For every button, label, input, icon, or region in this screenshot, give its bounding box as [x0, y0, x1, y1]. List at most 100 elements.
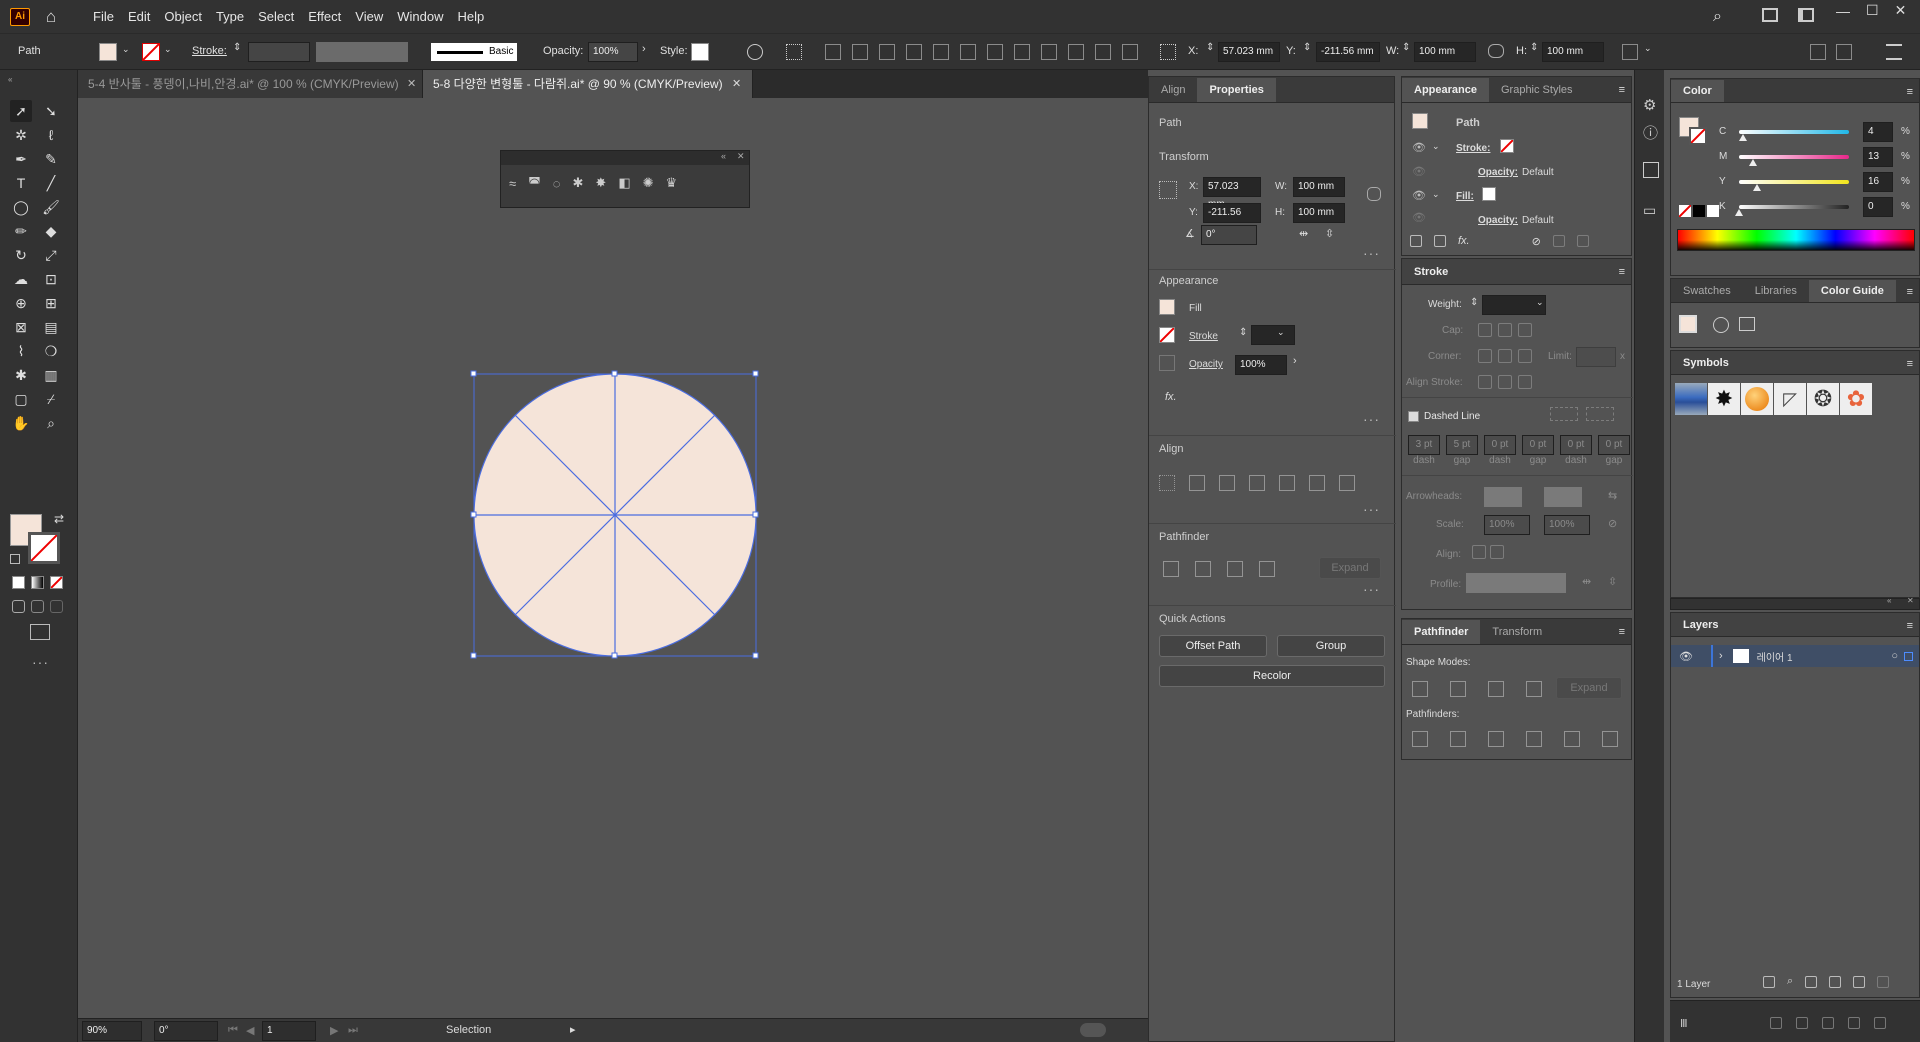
exclude-icon[interactable]	[1526, 681, 1542, 697]
ellipse-tool-icon[interactable]: ◯	[10, 196, 32, 218]
new-sublayer-icon[interactable]	[1829, 975, 1842, 988]
trim-icon[interactable]	[1450, 731, 1466, 747]
draw-behind-icon[interactable]	[31, 600, 44, 613]
tab-align[interactable]: Align	[1149, 78, 1197, 102]
stroke-attribute[interactable]: Stroke:	[1456, 143, 1490, 154]
transform-w-input[interactable]: 100 mm	[1293, 177, 1345, 197]
unite-icon[interactable]	[1412, 681, 1428, 697]
chevron-right-icon[interactable]: ›	[1293, 355, 1297, 367]
clipping-mask-icon[interactable]	[1805, 975, 1818, 988]
gap-input[interactable]: 0 pt	[1598, 435, 1630, 455]
transform-h-input[interactable]: 100 mm	[1293, 203, 1345, 223]
arrange-documents-icon[interactable]	[1762, 8, 1778, 22]
panel-menu-icon[interactable]	[1886, 44, 1902, 60]
tab-stroke[interactable]: Stroke	[1402, 260, 1460, 284]
stroke-weight-input[interactable]	[1251, 325, 1295, 345]
chevron-right-icon[interactable]: ›	[642, 43, 646, 55]
constrain-proportions-icon[interactable]	[1367, 187, 1381, 201]
tab-pathfinder[interactable]: Pathfinder	[1402, 620, 1481, 644]
delete-icon[interactable]	[1877, 975, 1890, 988]
symbol-wreath[interactable]: ❂	[1807, 383, 1839, 415]
slider-thumb[interactable]	[1735, 208, 1743, 216]
color-spectrum[interactable]	[1677, 229, 1915, 251]
close-tab-icon[interactable]: ✕	[732, 77, 741, 90]
menu-view[interactable]: View	[348, 0, 390, 34]
chevron-down-icon[interactable]: ⌄	[1536, 297, 1544, 308]
menu-file[interactable]: File	[86, 0, 121, 34]
fx-icon[interactable]: fx.	[1165, 391, 1177, 403]
y-input[interactable]: -211.56 mm	[1316, 42, 1380, 62]
first-artboard-icon[interactable]: ⏮	[228, 1024, 238, 1037]
reference-point-icon[interactable]	[1160, 44, 1176, 60]
visibility-eye-icon[interactable]: 👁	[1412, 141, 1426, 154]
align-top-icon[interactable]	[1279, 475, 1295, 491]
stroke-weight-input[interactable]	[248, 42, 310, 62]
tab-color-guide[interactable]: Color Guide	[1808, 280, 1896, 302]
visibility-eye-icon[interactable]: 👁	[1679, 650, 1693, 663]
projecting-cap-icon[interactable]	[1518, 323, 1532, 337]
crystallize-tool-icon[interactable]: ✺	[643, 175, 654, 191]
gap-input[interactable]: 0 pt	[1522, 435, 1554, 455]
panel-menu-icon[interactable]: ≡	[1613, 626, 1631, 644]
workspace-switcher-icon[interactable]	[1798, 8, 1814, 22]
transform-x-input[interactable]: 57.023 mm	[1203, 177, 1261, 210]
tab-symbols[interactable]: Symbols	[1671, 352, 1741, 374]
scallop-tool-icon[interactable]: ◧	[618, 175, 630, 191]
layer-row[interactable]: 👁 › 레이어 1 ○	[1671, 645, 1919, 667]
visibility-eye-icon[interactable]: 👁	[1412, 165, 1426, 178]
symbol-paper-corner[interactable]: ◸	[1774, 383, 1806, 415]
gear-icon[interactable]: ⚙	[1643, 96, 1656, 114]
swap-arrowheads-icon[interactable]: ⇆	[1608, 489, 1617, 502]
arrow-place-icon[interactable]	[1490, 545, 1504, 559]
crop-icon[interactable]	[1526, 731, 1542, 747]
stepper-icon[interactable]: ⇕	[1402, 42, 1410, 53]
opacity-input[interactable]: 100%	[1235, 355, 1287, 375]
selected-circle-artwork[interactable]	[468, 368, 768, 668]
more-options-icon[interactable]: ···	[1363, 581, 1380, 597]
minus-front-icon[interactable]	[1450, 681, 1466, 697]
slider-thumb[interactable]	[1739, 133, 1748, 141]
screen-mode-icon[interactable]	[30, 624, 50, 640]
tab-libraries[interactable]: Libraries	[1743, 280, 1809, 302]
distribute-left-icon[interactable]	[1068, 44, 1084, 60]
minus-front-icon[interactable]	[1195, 561, 1211, 577]
info-icon[interactable]: ⓘ	[1643, 122, 1658, 143]
variable-width-profile[interactable]	[316, 42, 408, 62]
recolor-artwork-icon[interactable]	[1713, 317, 1729, 333]
search-icon[interactable]: ⌕	[1787, 975, 1793, 988]
draw-inside-icon[interactable]	[50, 600, 63, 613]
free-transform-tool-icon[interactable]: ⊡	[40, 268, 62, 290]
stepper-icon[interactable]: ⇕	[1530, 42, 1538, 53]
new-layer-icon[interactable]	[1853, 975, 1866, 988]
layer-name[interactable]: 레이어 1	[1757, 649, 1793, 664]
preserve-dash-icon[interactable]	[1550, 407, 1578, 421]
zoom-input[interactable]: 90%	[82, 1021, 142, 1041]
round-cap-icon[interactable]	[1498, 323, 1512, 337]
visibility-eye-icon[interactable]: 👁	[1412, 211, 1426, 224]
bevel-join-icon[interactable]	[1518, 349, 1532, 363]
paintbrush-tool-icon[interactable]: 🖌	[40, 196, 62, 218]
panel-menu-icon[interactable]: ≡	[1901, 358, 1919, 374]
lasso-tool-icon[interactable]: ℓ	[40, 124, 62, 146]
align-hcenter-icon[interactable]	[1219, 475, 1235, 491]
channel-slider[interactable]	[1739, 154, 1849, 166]
intersect-icon[interactable]	[1488, 681, 1504, 697]
close-panel-icon[interactable]: ✕	[1907, 596, 1914, 605]
save-color-group-icon[interactable]	[1739, 317, 1755, 331]
channel-value-input[interactable]: 4	[1863, 121, 1893, 142]
panel-menu-icon[interactable]: ≡	[1901, 286, 1919, 302]
stroke-swatch[interactable]	[142, 43, 160, 61]
more-options-icon[interactable]: ···	[1363, 245, 1380, 261]
tab-properties[interactable]: Properties	[1197, 78, 1276, 102]
stepper-icon[interactable]: ⇕	[1303, 42, 1311, 53]
width-tool-icon[interactable]: ≈	[509, 176, 516, 191]
align-stroke-center-icon[interactable]	[1478, 375, 1492, 389]
channel-slider[interactable]	[1739, 129, 1849, 141]
chevron-down-icon[interactable]: ⌄	[164, 44, 172, 55]
reference-point-icon[interactable]	[1159, 181, 1177, 199]
chevron-down-icon[interactable]: ⌄	[122, 44, 130, 55]
delete-icon[interactable]	[1576, 235, 1589, 247]
shape-builder-tool-icon[interactable]: ⊕	[10, 292, 32, 314]
align-to-icon[interactable]	[1159, 475, 1175, 491]
export-icon[interactable]	[1763, 975, 1775, 988]
